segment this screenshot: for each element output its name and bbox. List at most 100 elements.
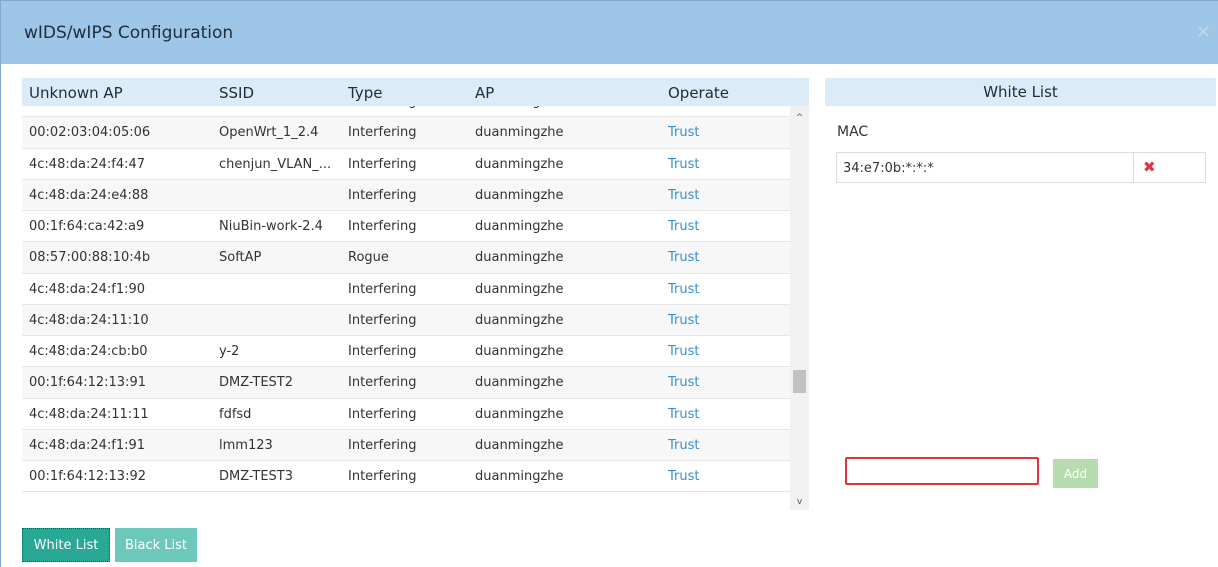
add-button[interactable]: Add: [1053, 459, 1098, 488]
table-row[interactable]: 00:02:03:04:05:06 OpenWrt_1_2.4 Interferin…: [22, 117, 790, 149]
cell-unknown-ap: 4c:48:da:24:e4:81: [29, 106, 148, 109]
column-header-ssid: SSID: [219, 84, 255, 102]
white-list-panel: White List MAC 34:e7:0b:*:*:* ✖ Add: [825, 78, 1216, 510]
unknown-ap-table: Unknown AP SSID Type AP Operate 4c:48:da…: [22, 78, 809, 510]
cell-type: Interfering: [348, 125, 417, 141]
trust-link[interactable]: Trust: [668, 375, 699, 390]
table-scrollbar[interactable]: ^ v: [790, 106, 809, 510]
white-list-entry-mac: 34:e7:0b:*:*:*: [843, 161, 934, 176]
cell-unknown-ap: 4c:48:da:24:cb:b0: [29, 344, 148, 359]
table-row[interactable]: 4c:48:da:24:cb:b0 y-2 Interfering duanmingz…: [22, 336, 790, 368]
trust-link[interactable]: Trust: [668, 282, 699, 297]
cell-type: Interfering: [348, 219, 417, 234]
entry-divider: [1133, 153, 1134, 182]
trust-link[interactable]: Trust: [668, 219, 699, 234]
cell-ssid: NiuBin-work-2.4: [219, 219, 323, 234]
cell-type: Interfering: [348, 406, 417, 422]
cell-ap: duanmingzhe: [475, 250, 564, 266]
tab-black-list[interactable]: Black List: [115, 528, 197, 562]
trust-link[interactable]: Trust: [668, 438, 699, 453]
cell-ap: duanmingzhe: [475, 106, 564, 109]
scrollbar-thumb[interactable]: [793, 370, 806, 393]
cell-unknown-ap: 4c:48:da:24:e4:88: [29, 187, 149, 203]
column-header-ap: AP: [475, 84, 495, 102]
cell-ap: duanmingzhe: [475, 344, 564, 359]
cell-ap: duanmingzhe: [475, 125, 564, 141]
cell-ap: duanmingzhe: [475, 219, 564, 234]
cell-unknown-ap: 4c:48:da:24:11:11: [29, 406, 149, 422]
trust-link[interactable]: Trust: [668, 250, 699, 265]
trust-link[interactable]: Trust: [668, 106, 699, 109]
trust-link[interactable]: Trust: [668, 469, 699, 484]
table-row[interactable]: 4c:48:da:24:e4:81 Interfering duanmingzhe T…: [22, 106, 790, 118]
cell-unknown-ap: 4c:48:da:24:f4:47: [29, 156, 146, 172]
cell-ap: duanmingzhe: [475, 375, 564, 391]
delete-icon[interactable]: ✖: [1143, 158, 1156, 176]
cell-type: Interfering: [348, 187, 417, 203]
cell-ssid: chenjun_VLAN_...: [219, 156, 332, 172]
cell-type: Interfering: [348, 375, 417, 391]
cell-ssid: DMZ-TEST2: [219, 375, 294, 391]
cell-ssid: SoftAP: [219, 250, 262, 266]
tab-white-list[interactable]: White List: [22, 528, 110, 562]
cell-ssid: OpenWrt_1_2.4: [219, 125, 319, 141]
close-icon[interactable]: ×: [1196, 21, 1211, 42]
white-list-entry: 34:e7:0b:*:*:* ✖: [836, 152, 1206, 183]
table-row[interactable]: 4c:48:da:24:11:10 Interfering duanmingzhe T…: [22, 304, 790, 336]
cell-ssid: DMZ-TEST3: [219, 469, 294, 484]
scroll-up-arrow-icon[interactable]: ^: [790, 110, 809, 126]
table-row[interactable]: 4c:48:da:24:e4:88 Interfering duanmingzhe T…: [22, 179, 790, 211]
column-header-unknown-ap: Unknown AP: [29, 84, 123, 102]
cell-ap: duanmingzhe: [475, 406, 564, 422]
table-body[interactable]: 4c:48:da:24:e4:81 Interfering duanmingzhe T…: [22, 106, 790, 510]
cell-unknown-ap: 08:57:00:88:10:4b: [29, 250, 151, 266]
cell-ap: duanmingzhe: [475, 312, 564, 328]
trust-link[interactable]: Trust: [668, 313, 699, 328]
trust-link[interactable]: Trust: [668, 407, 699, 422]
table-row[interactable]: 00:1f:64:ca:42:a9 NiuBin-work-2.4 Interfer…: [22, 211, 790, 243]
cell-unknown-ap: 4c:48:da:24:f1:90: [29, 281, 146, 297]
cell-unknown-ap: 00:1f:64:12:13:92: [29, 469, 146, 484]
cell-type: Interfering: [348, 437, 417, 453]
table-row[interactable]: 4c:48:da:24:11:11 fdfsd Interfering duanmin…: [22, 399, 790, 430]
cell-unknown-ap: 00:02:03:04:05:06: [29, 125, 151, 141]
cell-type: Interfering: [348, 106, 417, 109]
cell-ap: duanmingzhe: [475, 281, 564, 297]
table-row[interactable]: 4c:48:da:24:f1:91 lmm123 Interfering duanmi…: [22, 429, 790, 461]
column-header-operate: Operate: [668, 84, 730, 102]
trust-link[interactable]: Trust: [668, 125, 699, 140]
cell-ap: duanmingzhe: [475, 469, 564, 484]
cell-type: Interfering: [348, 281, 417, 297]
table-row[interactable]: 4c:48:da:24:f4:47 chenjun_VLAN_... Interfe…: [22, 149, 790, 180]
cell-type: Interfering: [348, 156, 417, 172]
trust-link[interactable]: Trust: [668, 188, 699, 203]
dialog-title: wIDS/wIPS Configuration: [24, 23, 234, 43]
cell-ap: duanmingzhe: [475, 187, 564, 203]
trust-link[interactable]: Trust: [668, 157, 699, 172]
cell-unknown-ap: 4c:48:da:24:f1:91: [29, 437, 146, 453]
cell-ssid: fdfsd: [219, 406, 252, 422]
column-header-type: Type: [348, 84, 383, 102]
white-list-title: White List: [825, 78, 1216, 106]
mac-input[interactable]: [845, 457, 1039, 485]
cell-ssid: lmm123: [219, 437, 273, 453]
scroll-down-arrow-icon[interactable]: v: [790, 494, 809, 510]
cell-type: Rogue: [348, 250, 389, 266]
table-rows: 4c:48:da:24:e4:81 Interfering duanmingzhe T…: [22, 106, 790, 493]
wids-config-dialog: wIDS/wIPS Configuration × Unknown AP SSI…: [0, 0, 1218, 567]
table-header: Unknown AP SSID Type AP Operate: [22, 78, 809, 106]
trust-link[interactable]: Trust: [668, 344, 699, 359]
table-row[interactable]: 4c:48:da:24:f1:90 Interfering duanmingzhe T…: [22, 274, 790, 305]
table-row[interactable]: 00:1f:64:12:13:92 DMZ-TEST3 Interfering dua…: [22, 461, 790, 493]
mac-label: MAC: [837, 124, 869, 140]
cell-ap: duanmingzhe: [475, 437, 564, 453]
table-row[interactable]: 00:1f:64:12:13:91 DMZ-TEST2 Interfering dua…: [22, 367, 790, 399]
cell-ap: duanmingzhe: [475, 156, 564, 172]
table-row[interactable]: 08:57:00:88:10:4b SoftAP Rogue duanmingzhe T…: [22, 242, 790, 274]
cell-unknown-ap: 00:1f:64:ca:42:a9: [29, 219, 145, 234]
cell-type: Interfering: [348, 344, 417, 359]
cell-type: Interfering: [348, 312, 417, 328]
cell-unknown-ap: 00:1f:64:12:13:91: [29, 375, 146, 391]
dialog-titlebar: wIDS/wIPS Configuration ×: [1, 1, 1218, 64]
cell-type: Interfering: [348, 469, 417, 484]
